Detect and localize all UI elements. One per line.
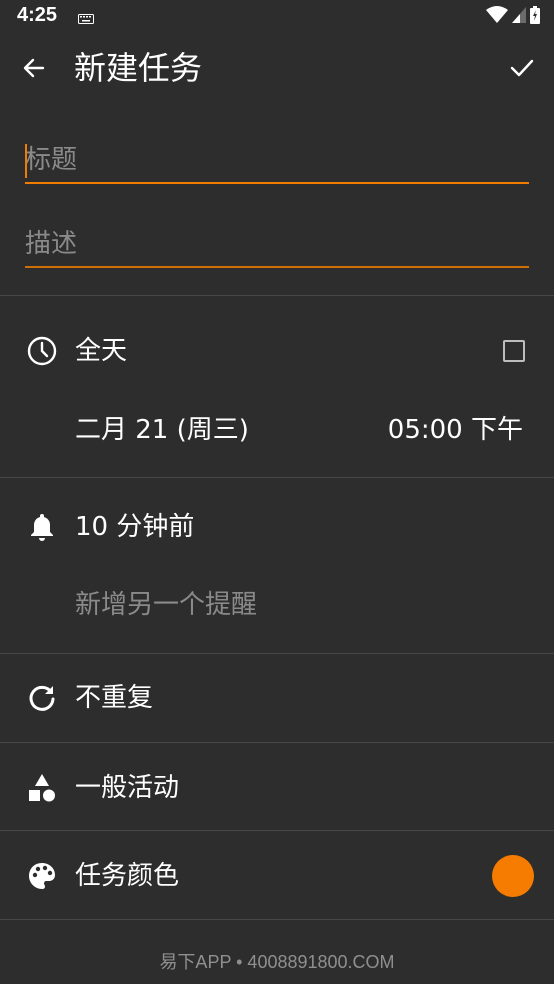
start-time[interactable]: 05:00 下午 [388,412,523,448]
clock-icon [25,334,59,368]
check-icon [510,58,534,82]
save-button[interactable] [504,52,540,88]
divider [0,295,554,296]
reminder-item[interactable]: 10 分钟前 [75,510,194,544]
status-bar: 4:25 [0,0,554,34]
arrow-back-icon [23,57,45,83]
add-reminder-button[interactable]: 新增另一个提醒 [75,588,257,622]
wifi-icon [486,6,508,28]
divider [0,477,554,478]
divider [0,742,554,743]
category-icon [25,771,59,805]
all-day-label[interactable]: 全天 [75,334,127,368]
divider [0,830,554,831]
repeat-option[interactable]: 不重复 [75,681,153,715]
status-time: 4:25 [17,4,58,26]
page-title: 新建任务 [74,49,203,87]
app-bar: 新建任务 [0,34,554,106]
description-underline [25,266,529,268]
start-date[interactable]: 二月 21 (周三) [75,412,249,448]
signal-icon [512,7,526,27]
title-input[interactable] [25,138,529,182]
divider [0,919,554,920]
keyboard-icon [78,9,94,24]
palette-icon [25,859,59,893]
description-field [25,222,529,268]
back-button[interactable] [16,52,52,88]
task-color-swatch[interactable] [492,855,534,897]
divider [0,653,554,654]
title-field [25,138,529,184]
all-day-checkbox[interactable] [503,340,525,362]
text-cursor [25,144,27,178]
task-color-label[interactable]: 任务颜色 [75,859,179,893]
category-option[interactable]: 一般活动 [75,771,179,805]
watermark-text: 易下APP • 4008891800.COM [159,952,395,972]
battery-icon [530,6,540,28]
title-underline [25,182,529,184]
description-input[interactable] [25,222,529,266]
bell-icon [25,510,59,544]
repeat-icon [25,681,59,715]
